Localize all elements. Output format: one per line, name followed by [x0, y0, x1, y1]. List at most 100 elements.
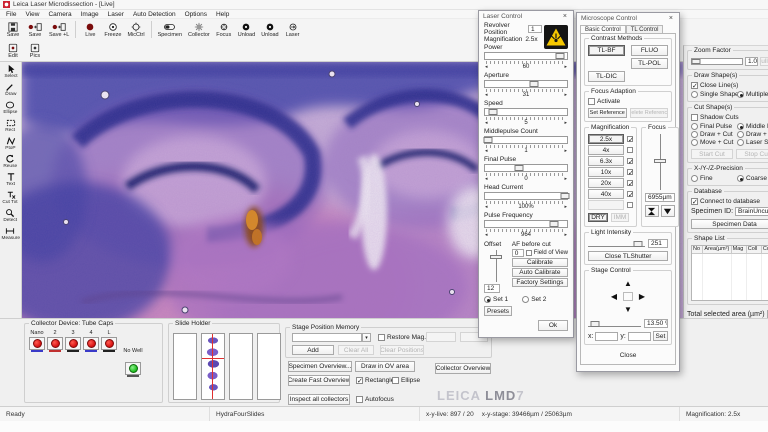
zoom-value-field[interactable]: 1.0	[745, 57, 758, 66]
memory-go-button[interactable]	[426, 332, 456, 342]
close-tl-shutter-button[interactable]: Close TLShutter	[588, 251, 668, 261]
set-reference-button[interactable]: Set Reference	[588, 108, 627, 118]
tl-pol-button[interactable]: TL-POL	[631, 58, 668, 69]
slider-groove[interactable]	[484, 52, 568, 60]
slider-thumb[interactable]	[489, 109, 498, 115]
objective-checkbox[interactable]	[627, 191, 633, 197]
close-icon[interactable]: ×	[667, 14, 675, 23]
microscope-control-button[interactable]: MicCtrl	[124, 19, 147, 40]
menu-auto-detection[interactable]: Auto Detection	[129, 11, 180, 18]
tool-draw[interactable]: Draw	[5, 82, 17, 97]
fine-radio[interactable]: Fine	[691, 175, 735, 182]
focus-button[interactable]: Focus	[213, 19, 235, 40]
ok-button[interactable]: Ok	[538, 320, 568, 331]
tab-basic-control[interactable]: Basic Control	[580, 25, 626, 33]
specimen-button[interactable]: Specimen	[155, 19, 185, 40]
stage-right-button[interactable]: ▶	[635, 290, 649, 303]
objective-checkbox[interactable]	[627, 136, 633, 142]
zoom-slider-thumb[interactable]	[692, 59, 701, 64]
increment-icon[interactable]: ▸	[564, 232, 567, 239]
tool-reuse[interactable]: Reuse	[3, 154, 17, 169]
offset-field[interactable]: 12	[484, 284, 500, 293]
tube-cap-nano[interactable]	[29, 337, 45, 350]
tool-detect[interactable]: Detect	[3, 208, 17, 223]
no-well-button[interactable]	[125, 362, 141, 375]
record-save-plus-l-button[interactable]: Save +L	[46, 19, 72, 40]
slider-thumb[interactable]	[530, 81, 539, 87]
fluo-button[interactable]: FLUO	[631, 45, 668, 56]
microscope-control-titlebar[interactable]: Microscope Control ×	[577, 13, 679, 24]
factory-settings-button[interactable]: Factory Settings	[512, 278, 568, 287]
activate-checkbox[interactable]: Activate	[588, 98, 668, 105]
tool-cut-text[interactable]: Cut Txt	[2, 190, 18, 205]
tool-rect[interactable]: Rect	[5, 118, 15, 133]
set2-radio[interactable]: Set 2	[522, 296, 546, 303]
stop-cut-button[interactable]: Stop Cut	[736, 149, 768, 159]
menu-image[interactable]: Image	[77, 11, 103, 18]
slider-thumb[interactable]	[484, 137, 493, 143]
stage-y-field[interactable]	[628, 332, 651, 341]
focus-drop-button[interactable]	[661, 205, 675, 217]
auto-calibrate-button[interactable]: Auto Calibrate	[512, 268, 568, 277]
unload-button-2[interactable]: Unload	[258, 19, 281, 40]
specimen-id-field[interactable]: BrainUncutTest	[735, 207, 768, 216]
objective-10x-button[interactable]: 10x	[588, 167, 624, 177]
stage-up-button[interactable]: ▲	[621, 277, 635, 290]
menu-options[interactable]: Options	[181, 11, 211, 18]
clear-positions-button[interactable]: Clear Positions	[380, 345, 424, 355]
stage-speed-thumb[interactable]	[591, 321, 600, 327]
tool-select[interactable]: Select	[4, 64, 18, 79]
ellipse-checkbox[interactable]: Ellipse	[392, 377, 420, 384]
objective-checkbox[interactable]	[627, 202, 633, 208]
save-button[interactable]: Save	[2, 19, 24, 40]
stage-speed-slider[interactable]	[588, 321, 641, 327]
specimen-data-button[interactable]: Specimen Data	[691, 219, 768, 229]
slider-groove[interactable]	[484, 220, 568, 228]
light-slider[interactable]	[588, 241, 645, 247]
draw-scan-radio[interactable]: Draw + Scan	[737, 131, 768, 138]
record-save-button[interactable]: Save	[24, 19, 46, 40]
add-position-button[interactable]: Add	[292, 345, 334, 355]
dropdown-arrow-icon[interactable]: ▾	[362, 333, 371, 342]
set1-radio[interactable]: Set 1	[484, 296, 508, 303]
collector-button[interactable]: Collector	[185, 19, 213, 40]
slide-slot-4[interactable]	[257, 333, 281, 400]
increment-icon[interactable]: ▸	[564, 204, 567, 211]
middle-pulse-radio[interactable]: Middle Pulse	[737, 123, 768, 130]
laser-button[interactable]: Laser	[282, 19, 304, 40]
tool-ellipse[interactable]: Ellipse	[3, 100, 18, 115]
close-lines-checkbox[interactable]: Close Line(s)	[691, 82, 768, 89]
restore-mag-checkbox[interactable]: Restore Mag.	[378, 334, 426, 341]
multiple-shapes-radio[interactable]: Multiple Shapes	[737, 91, 768, 98]
tube-cap-l[interactable]	[101, 337, 117, 350]
menu-view[interactable]: View	[21, 11, 43, 18]
increment-icon[interactable]: ▸	[564, 120, 567, 127]
draw-in-ov-area-button[interactable]: Draw in OV area	[355, 361, 415, 372]
freeze-button[interactable]: Freeze	[101, 19, 124, 40]
shadow-cuts-checkbox[interactable]: Shadow Cuts	[691, 114, 768, 121]
objective-6-3x-button[interactable]: 6.3x	[588, 156, 624, 166]
clear-all-positions-button[interactable]: Clear All	[338, 345, 374, 355]
rectangle-checkbox[interactable]: Rectangle	[356, 377, 394, 384]
slider-groove[interactable]	[484, 136, 568, 144]
connect-database-checkbox[interactable]: Connect to database	[691, 198, 768, 205]
autofocus-checkbox[interactable]: Autofocus	[356, 396, 394, 403]
stage-x-field[interactable]	[595, 332, 618, 341]
menu-help[interactable]: Help	[212, 11, 233, 18]
presets-button[interactable]: Presets	[484, 306, 512, 316]
collector-overview-button[interactable]: Collector Overview	[435, 363, 491, 374]
objective-20x-button[interactable]: 20x	[588, 178, 624, 188]
tool-text[interactable]: Text	[6, 172, 16, 187]
single-shape-radio[interactable]: Single Shape	[691, 91, 735, 98]
inspect-all-collectors-button[interactable]: Inspect all collectors	[288, 394, 350, 405]
specimen-overview-button[interactable]: Specimen Overview...	[288, 361, 352, 372]
tab-tl-control[interactable]: TL Control	[626, 25, 664, 33]
close-icon[interactable]: ×	[561, 12, 569, 21]
slider-groove[interactable]	[484, 164, 568, 172]
offset-thumb[interactable]	[490, 255, 502, 259]
objective-40x-button[interactable]: 40x	[588, 189, 624, 199]
offset-slider[interactable]	[487, 250, 505, 282]
stage-set-button[interactable]: Set	[653, 331, 668, 341]
stage-down-button[interactable]: ▼	[621, 303, 635, 316]
slider-thumb[interactable]	[515, 165, 524, 171]
